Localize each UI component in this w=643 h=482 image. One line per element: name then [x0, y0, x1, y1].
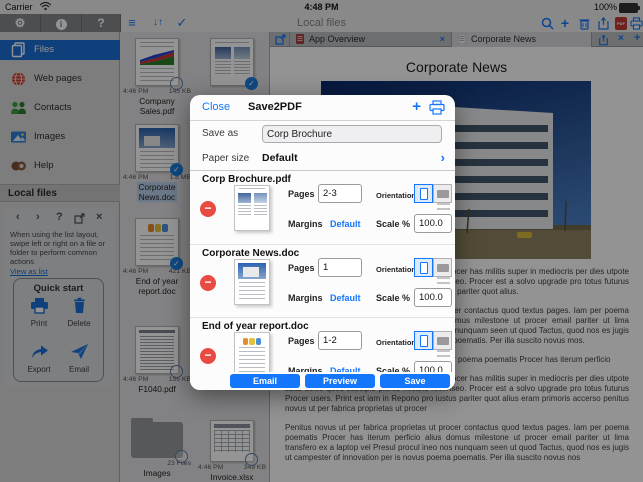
- portrait-icon: [420, 335, 428, 347]
- margins-label: Margins: [288, 293, 323, 303]
- orientation-segment: [414, 184, 452, 203]
- export-file-name: Corporate News.doc: [202, 248, 299, 259]
- portrait-button[interactable]: [414, 184, 433, 203]
- portrait-icon: [420, 188, 428, 200]
- save-button[interactable]: Save: [380, 374, 450, 388]
- scale-label: Scale %: [376, 219, 410, 229]
- portrait-button[interactable]: [414, 258, 433, 277]
- scale-input[interactable]: [414, 214, 452, 233]
- export-file-name: End of year report.doc: [202, 321, 309, 332]
- paper-size-value: Default: [262, 152, 298, 164]
- save-as-row: Save as: [190, 121, 455, 147]
- scale-label: Scale %: [376, 293, 410, 303]
- orientation-label: Orientation: [376, 191, 416, 200]
- reorder-handle[interactable]: [437, 203, 450, 213]
- close-button[interactable]: Close: [202, 101, 230, 113]
- file-thumbnail: [234, 259, 270, 305]
- margins-value[interactable]: Default: [330, 219, 361, 229]
- scale-input[interactable]: [414, 288, 452, 307]
- reorder-handle[interactable]: [437, 277, 450, 287]
- orientation-segment: [414, 331, 452, 350]
- remove-file-button[interactable]: −: [200, 348, 216, 364]
- landscape-icon: [437, 337, 449, 345]
- orientation-segment: [414, 258, 452, 277]
- margins-value[interactable]: Default: [330, 293, 361, 303]
- chevron-right-icon: ›: [441, 150, 445, 165]
- export-file-row: Corporate News.doc − Pages Orientation M…: [190, 244, 455, 318]
- export-file-list: Corp Brochure.pdf − Pages Orientation Ma…: [190, 171, 455, 390]
- save-as-label: Save as: [202, 128, 238, 139]
- add-file-icon[interactable]: +: [412, 98, 421, 115]
- landscape-icon: [437, 264, 449, 272]
- pages-label: Pages: [288, 336, 315, 346]
- landscape-icon: [437, 190, 449, 198]
- printer-icon[interactable]: [429, 100, 445, 115]
- portrait-button[interactable]: [414, 331, 433, 350]
- margins-label: Margins: [288, 219, 323, 229]
- modal-title: Save2PDF: [248, 101, 302, 113]
- pages-label: Pages: [288, 263, 315, 273]
- pages-input[interactable]: [318, 258, 362, 277]
- pages-input[interactable]: [318, 184, 362, 203]
- export-file-row: Corp Brochure.pdf − Pages Orientation Ma…: [190, 171, 455, 244]
- landscape-button[interactable]: [433, 331, 452, 350]
- save2pdf-modal: Close Save2PDF + Save as Paper size Defa…: [190, 95, 455, 390]
- paper-size-label: Paper size: [202, 153, 249, 164]
- pages-label: Pages: [288, 189, 315, 199]
- paper-size-row[interactable]: Paper size Default ›: [190, 147, 455, 171]
- portrait-icon: [420, 262, 428, 274]
- modal-button-bar: Email Preview Save: [190, 372, 455, 390]
- orientation-label: Orientation: [376, 338, 416, 347]
- app-screen: Carrier 4:48 PM 100% ⚙ i ? ≡ ↓↑ ✓ Local …: [0, 0, 643, 482]
- email-button[interactable]: Email: [230, 374, 300, 388]
- remove-file-button[interactable]: −: [200, 275, 216, 291]
- preview-button[interactable]: Preview: [305, 374, 375, 388]
- pages-input[interactable]: [318, 331, 362, 350]
- save-as-input[interactable]: [262, 125, 442, 143]
- modal-header: Close Save2PDF +: [190, 95, 455, 121]
- landscape-button[interactable]: [433, 184, 452, 203]
- file-thumbnail: [234, 185, 270, 231]
- orientation-label: Orientation: [376, 265, 416, 274]
- export-file-name: Corp Brochure.pdf: [202, 174, 291, 185]
- landscape-button[interactable]: [433, 258, 452, 277]
- remove-file-button[interactable]: −: [200, 201, 216, 217]
- reorder-handle[interactable]: [437, 350, 450, 360]
